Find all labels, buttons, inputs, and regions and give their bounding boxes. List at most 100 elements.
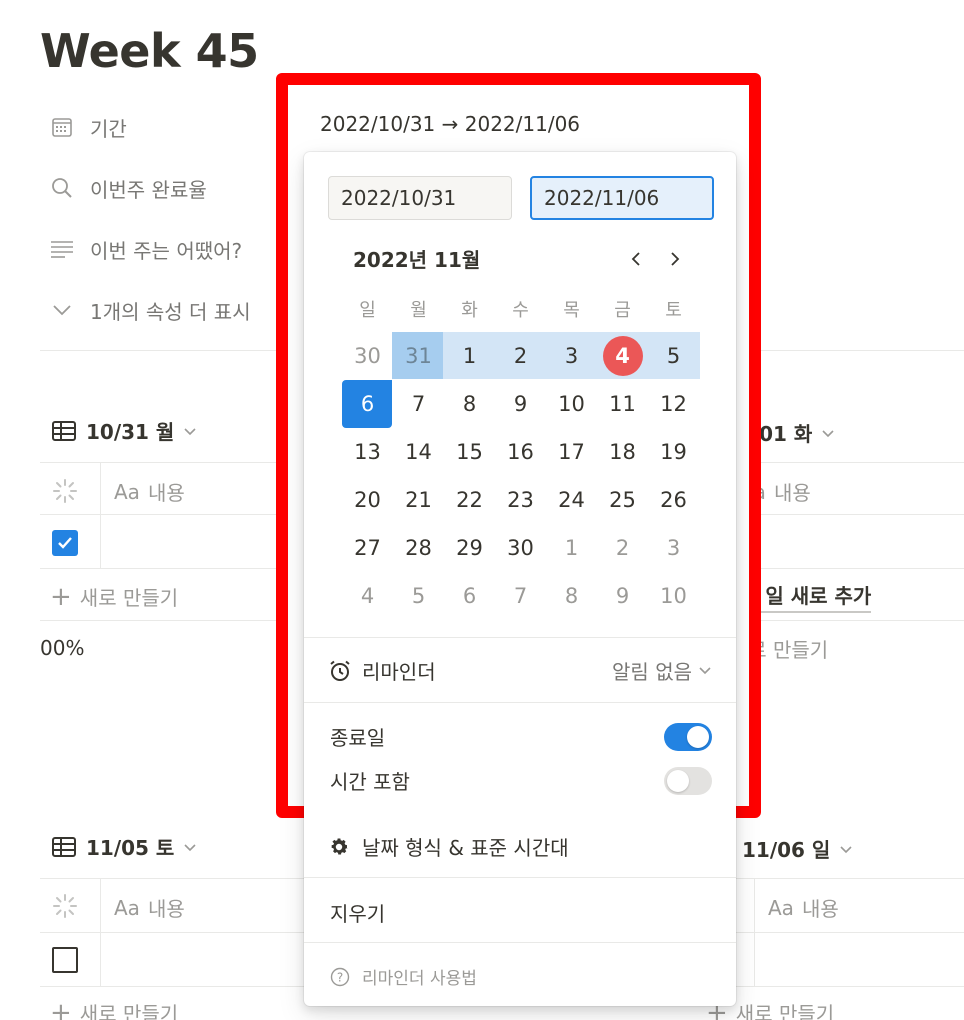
prev-month-button[interactable] [623, 246, 649, 272]
column-header-content[interactable]: Aa 내용 [114, 477, 185, 506]
chevron-down-icon[interactable] [838, 837, 854, 861]
chevron-down-icon[interactable] [182, 419, 198, 443]
calendar-day[interactable]: 24 [546, 476, 597, 524]
reminder-row[interactable]: 리마인더 알림 없음 [328, 656, 712, 685]
weekday-label: 금 [614, 300, 631, 321]
calendar-day-range-start[interactable]: 31 [393, 332, 444, 380]
column-header-content[interactable]: Aa 내용 [114, 893, 185, 922]
end-date-toggle[interactable] [664, 722, 712, 751]
date-range-value[interactable]: 2022/10/31 → 2022/11/06 [320, 112, 580, 136]
include-time-toggle[interactable] [664, 766, 712, 795]
text-type-icon: Aa [768, 895, 794, 920]
section-header-1031[interactable]: 10/31 월 [50, 416, 198, 445]
calendar-day[interactable]: 3 [648, 524, 699, 572]
table-icon [50, 833, 78, 861]
chevron-left-icon [631, 252, 640, 266]
calendar-day[interactable]: 1 [546, 524, 597, 572]
calendar-day[interactable]: 27 [342, 524, 393, 572]
property-period[interactable]: 기간 [48, 107, 127, 147]
property-review-label: 이번 주는 어땠어? [90, 238, 243, 263]
calendar-day-range-end[interactable]: 6 [342, 380, 393, 428]
calendar-day[interactable]: 17 [546, 428, 597, 476]
search-icon [48, 174, 76, 202]
weekday-label: 토 [665, 300, 682, 321]
calendar-day[interactable]: 10 [648, 572, 699, 620]
calendar-day[interactable]: 28 [393, 524, 444, 572]
calendar-day[interactable]: 8 [546, 572, 597, 620]
table-border [40, 568, 280, 569]
calendar-day[interactable]: 1 [444, 332, 495, 380]
text-lines-icon [48, 235, 76, 263]
calendar-day[interactable]: 30 [342, 332, 393, 380]
new-row-button[interactable]: + 새로 만들기 [50, 582, 178, 611]
start-date-input[interactable]: 2022/10/31 [328, 176, 512, 220]
column-header-content[interactable]: Aa 내용 [768, 893, 839, 922]
reminder-select[interactable]: 알림 없음 [612, 656, 712, 685]
calendar-day[interactable]: 13 [342, 428, 393, 476]
include-time-row[interactable]: 시간 포함 [330, 766, 712, 795]
plus-icon: + [50, 581, 72, 612]
calendar-icon [48, 113, 76, 141]
calendar-day[interactable]: 8 [444, 380, 495, 428]
page-title[interactable]: Week 45 [40, 24, 259, 78]
chevron-down-icon[interactable] [820, 421, 836, 445]
calendar-day[interactable]: 21 [393, 476, 444, 524]
property-completion-label: 이번주 완료율 [90, 177, 207, 202]
calendar-day[interactable]: 19 [648, 428, 699, 476]
calendar-day[interactable]: 2 [597, 524, 648, 572]
table-border [40, 514, 280, 515]
new-row-button[interactable]: + 새로 만들기 [50, 998, 178, 1020]
clear-button[interactable]: 지우기 [330, 898, 385, 927]
new-row-label: 새로 만들기 [79, 1002, 179, 1020]
calendar-day[interactable]: 9 [495, 380, 546, 428]
calendar-day[interactable]: 16 [495, 428, 546, 476]
calendar-day[interactable]: 29 [444, 524, 495, 572]
date-format-row[interactable]: 날짜 형식 & 표준 시간대 [328, 832, 569, 861]
checkbox-checked[interactable] [52, 530, 78, 556]
calendar-day[interactable]: 25 [597, 476, 648, 524]
calendar-day[interactable]: 26 [648, 476, 699, 524]
calendar-day[interactable]: 5 [648, 332, 699, 380]
toggle-knob [667, 769, 689, 792]
calendar-day[interactable]: 14 [393, 428, 444, 476]
table-border [740, 568, 964, 569]
calendar-day[interactable]: 7 [393, 380, 444, 428]
property-completion[interactable]: 이번주 완료율 [48, 168, 207, 208]
calendar-day[interactable]: 23 [495, 476, 546, 524]
table-border [40, 620, 280, 621]
calendar-day[interactable]: 4 [342, 572, 393, 620]
checkbox-unchecked[interactable] [52, 947, 78, 973]
calendar-day[interactable]: 10 [546, 380, 597, 428]
end-date-row[interactable]: 종료일 [330, 722, 712, 751]
chevron-down-icon[interactable] [182, 835, 198, 859]
table-border [736, 932, 964, 933]
gear-icon [328, 836, 350, 858]
calendar-day[interactable]: 30 [495, 524, 546, 572]
end-date-input[interactable]: 2022/11/06 [530, 176, 714, 220]
calendar-day[interactable]: 20 [342, 476, 393, 524]
calendar-day[interactable]: 9 [597, 572, 648, 620]
calendar-day[interactable]: 7 [495, 572, 546, 620]
section-title: 11/05 토 [86, 836, 175, 860]
table-border [736, 878, 964, 879]
calendar-day[interactable]: 18 [597, 428, 648, 476]
calendar-day[interactable]: 3 [546, 332, 597, 380]
toggle-knob [687, 725, 709, 748]
calendar-day[interactable]: 12 [648, 380, 699, 428]
weekday-label: 월 [410, 300, 427, 321]
property-review[interactable]: 이번 주는 어땠어? [48, 229, 242, 269]
calendar-day[interactable]: 11 [597, 380, 648, 428]
section-header-1106[interactable]: 11/06 일 [742, 834, 854, 863]
section-header-1105[interactable]: 11/05 토 [50, 832, 198, 861]
column-header-label: 내용 [147, 481, 185, 505]
column-header-label: 내용 [147, 897, 185, 921]
next-month-button[interactable] [662, 246, 688, 272]
calendar-day[interactable]: 15 [444, 428, 495, 476]
reminder-help-link[interactable]: ? 리마인더 사용법 [330, 964, 477, 989]
calendar-day-today[interactable]: 4 [597, 332, 648, 380]
calendar-day[interactable]: 2 [495, 332, 546, 380]
show-more-properties[interactable]: 1개의 속성 더 표시 [48, 290, 251, 330]
calendar-day[interactable]: 6 [444, 572, 495, 620]
calendar-day[interactable]: 5 [393, 572, 444, 620]
calendar-day[interactable]: 22 [444, 476, 495, 524]
